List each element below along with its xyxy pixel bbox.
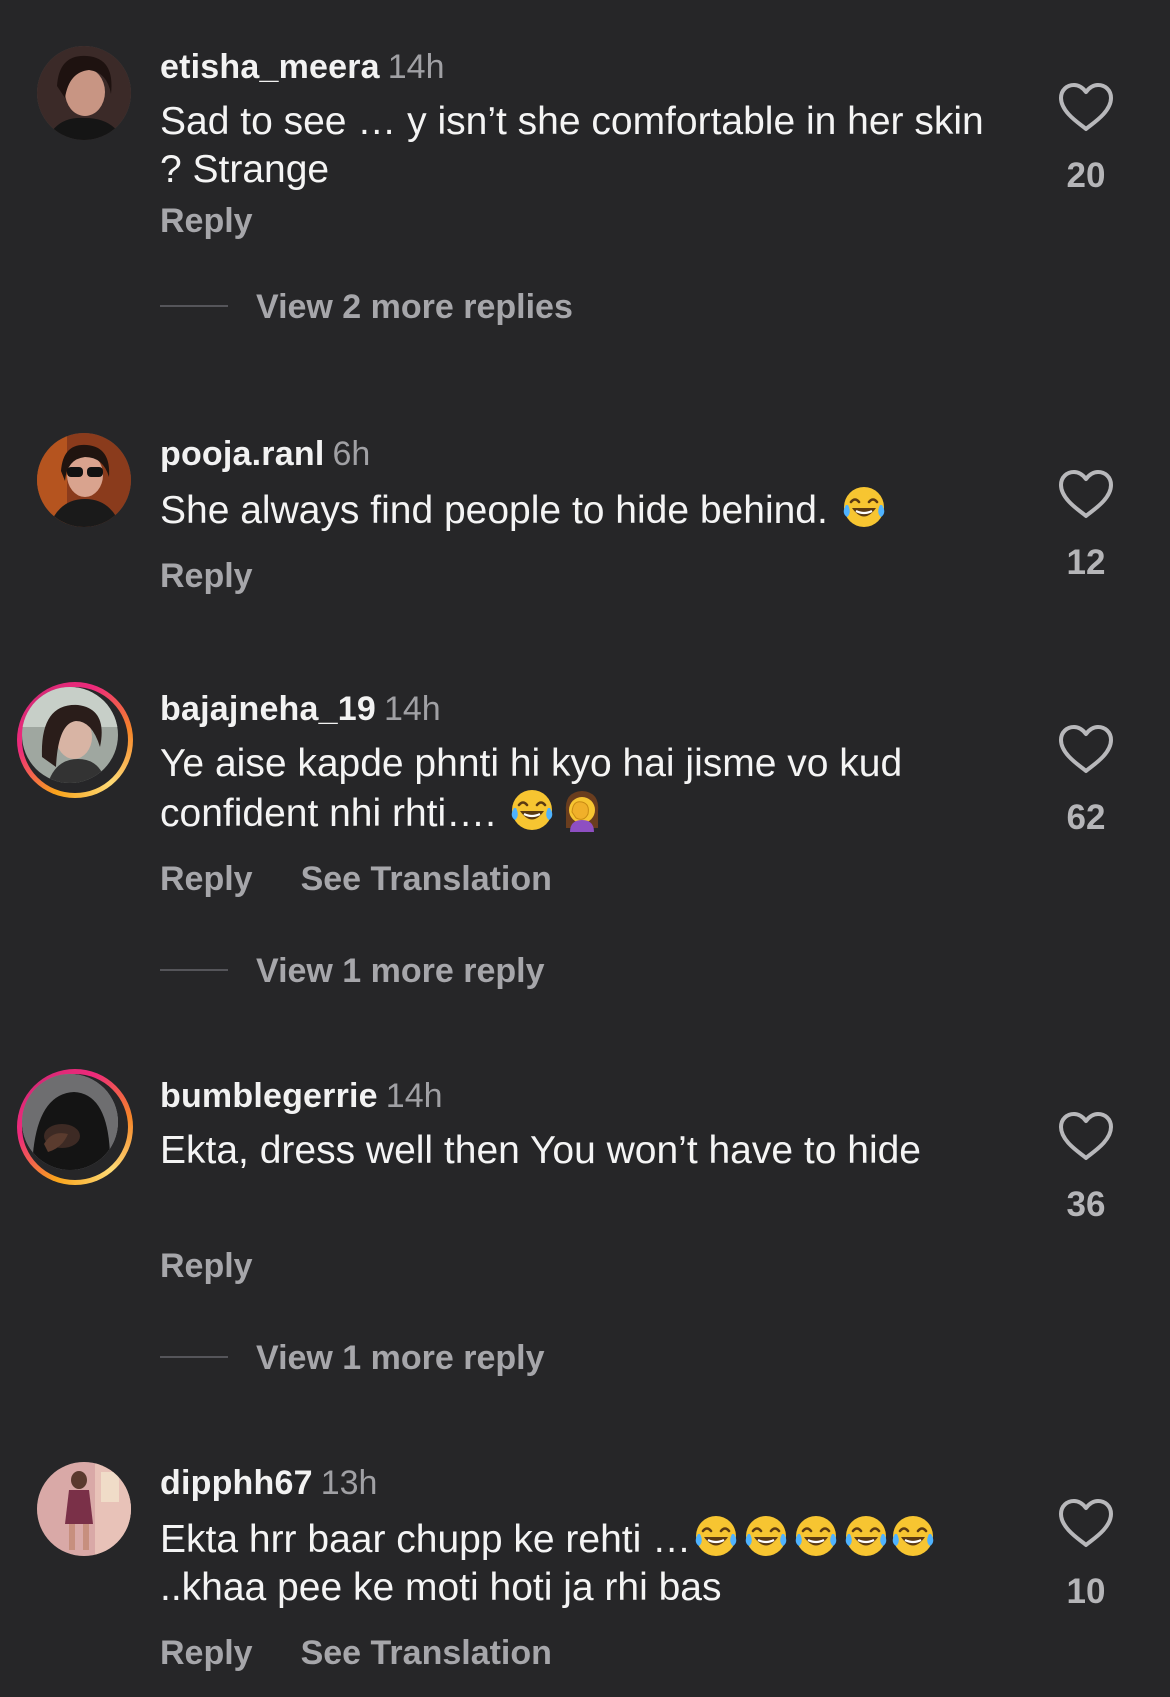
heart-icon[interactable] (1058, 469, 1114, 519)
laughing-emoji-icon (694, 1514, 738, 1558)
view-replies-label: View 1 more reply (256, 1339, 545, 1377)
avatar (22, 687, 118, 783)
timestamp: 14h (387, 48, 445, 86)
comment-actions: Reply (160, 557, 301, 596)
comment-actions: Reply See Translation (160, 1634, 600, 1673)
comment-text: Ekta hrr baar chupp ke rehti … ..khaa pee… (160, 1514, 1000, 1612)
laughing-emoji-icon (510, 788, 554, 832)
comment-text-content: She always find people to hide behind. (160, 489, 828, 532)
comment-header: bumblegerrie 14h (160, 1077, 443, 1116)
like-count: 62 (1066, 798, 1106, 837)
facepalm-emoji-icon (560, 788, 604, 832)
timestamp: 13h (320, 1464, 378, 1502)
replies-divider (160, 1356, 228, 1359)
timestamp: 14h (383, 690, 441, 728)
username[interactable]: bajajneha_19 (160, 690, 376, 728)
laughing-emoji-icon (794, 1514, 838, 1558)
laughing-emoji-icon (744, 1514, 788, 1558)
reply-button[interactable]: Reply (160, 860, 253, 898)
comment-text-content: ..khaa pee ke moti hoti ja rhi bas (160, 1566, 722, 1609)
view-replies-button[interactable]: View 2 more replies (160, 288, 573, 327)
replies-divider (160, 305, 228, 308)
heart-icon[interactable] (1058, 82, 1114, 132)
like-count: 20 (1066, 156, 1106, 195)
comment-actions: Reply (160, 1247, 301, 1286)
like-count: 12 (1066, 543, 1106, 582)
avatar[interactable] (37, 433, 131, 527)
comment-text: Ye aise kapde phnti hi kyo hai jisme vo … (160, 740, 1000, 838)
heart-icon[interactable] (1058, 1111, 1114, 1161)
comment-text: Sad to see … y isn’t she comfortable in … (160, 100, 984, 191)
comment-actions: Reply See Translation (160, 860, 600, 899)
avatar-photo (22, 1074, 118, 1170)
heart-icon[interactable] (1058, 724, 1114, 774)
timestamp: 14h (385, 1077, 443, 1115)
heart-icon[interactable] (1058, 1498, 1114, 1548)
replies-divider (160, 969, 228, 972)
reply-button[interactable]: Reply (160, 202, 253, 240)
avatar-photo (37, 1462, 131, 1556)
comment-text-content: Ekta hrr baar chupp ke rehti … (160, 1518, 692, 1561)
laughing-emoji-icon (842, 485, 886, 529)
laughing-emoji-icon (891, 1514, 935, 1558)
username[interactable]: pooja.ranl (160, 435, 324, 473)
reply-button[interactable]: Reply (160, 557, 253, 595)
like-count: 36 (1066, 1185, 1106, 1224)
comment-header: etisha_meera 14h (160, 48, 445, 87)
avatar-photo (22, 687, 118, 783)
view-replies-button[interactable]: View 1 more reply (160, 1339, 545, 1378)
avatar (22, 1074, 118, 1170)
comment-actions: Reply (160, 202, 301, 241)
comment-header: dipphh67 13h (160, 1464, 377, 1503)
avatar-photo (37, 46, 131, 140)
avatar[interactable] (37, 1462, 131, 1556)
comment-text: Ekta, dress well then You won’t have to … (160, 1129, 921, 1172)
comment-header: pooja.ranl 6h (160, 435, 370, 474)
comment-text: She always find people to hide behind. (160, 485, 1000, 535)
avatar-story-ring[interactable] (17, 682, 133, 798)
laughing-emoji-icon (844, 1514, 888, 1558)
view-replies-label: View 1 more reply (256, 952, 545, 990)
reply-button[interactable]: Reply (160, 1247, 253, 1285)
username[interactable]: bumblegerrie (160, 1077, 378, 1115)
avatar-photo (37, 433, 131, 527)
see-translation-button[interactable]: See Translation (301, 860, 552, 898)
reply-button[interactable]: Reply (160, 1634, 253, 1672)
username[interactable]: dipphh67 (160, 1464, 313, 1502)
timestamp: 6h (332, 435, 371, 473)
view-replies-button[interactable]: View 1 more reply (160, 952, 545, 991)
like-count: 10 (1066, 1572, 1106, 1611)
view-replies-label: View 2 more replies (256, 288, 573, 326)
username[interactable]: etisha_meera (160, 48, 380, 86)
see-translation-button[interactable]: See Translation (301, 1634, 552, 1672)
avatar[interactable] (37, 46, 131, 140)
comment-header: bajajneha_19 14h (160, 690, 441, 729)
avatar-story-ring[interactable] (17, 1069, 133, 1185)
